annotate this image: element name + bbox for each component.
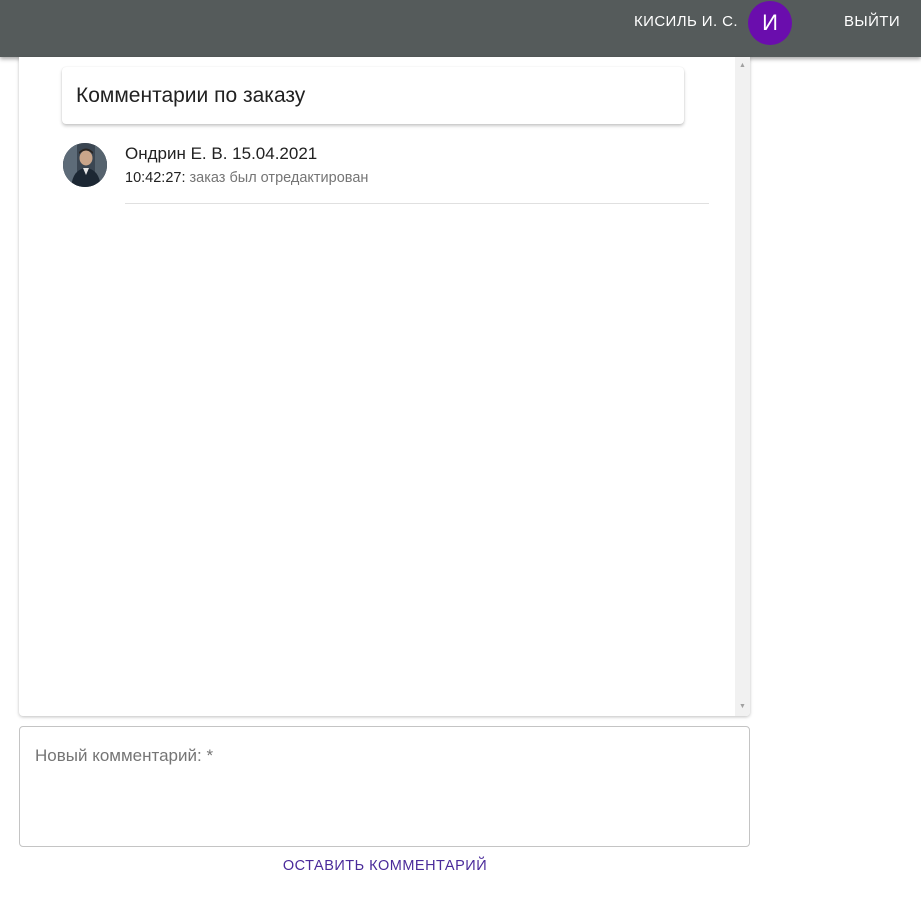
comment-body: 10:42:27: заказ был отредактирован [125,168,368,188]
new-comment-field[interactable]: Новый комментарий: * [19,726,750,847]
current-user-name[interactable]: КИСИЛЬ И. С. [634,13,738,31]
comments-title: Комментарии по заказу [76,84,306,107]
comments-scrollbar[interactable]: ▲ ▼ [735,57,750,716]
comment-author-avatar [63,143,107,187]
submit-comment-button[interactable]: ОСТАВИТЬ КОММЕНТАРИЙ [270,851,500,881]
app-bar: КИСИЛЬ И. С. И ВЫЙТИ [0,0,921,57]
comment-text: заказ был отредактирован [189,170,369,186]
comments-header-card: Комментарии по заказу [62,67,684,124]
logout-button[interactable]: ВЫЙТИ [844,13,900,31]
scroll-up-arrow-icon[interactable]: ▲ [735,59,750,73]
user-photo-icon [63,143,107,187]
comment-time: 10:42:27: [125,170,186,186]
user-avatar[interactable]: И [748,1,792,45]
comments-panel: Комментарии по заказу Ондрин Е. В. 15.04… [19,57,750,716]
comment-author-date: Ондрин Е. В. 15.04.2021 [125,144,318,163]
comment-divider [125,203,709,204]
scroll-down-arrow-icon[interactable]: ▼ [735,700,750,714]
new-comment-label: Новый комментарий: * [35,746,214,765]
